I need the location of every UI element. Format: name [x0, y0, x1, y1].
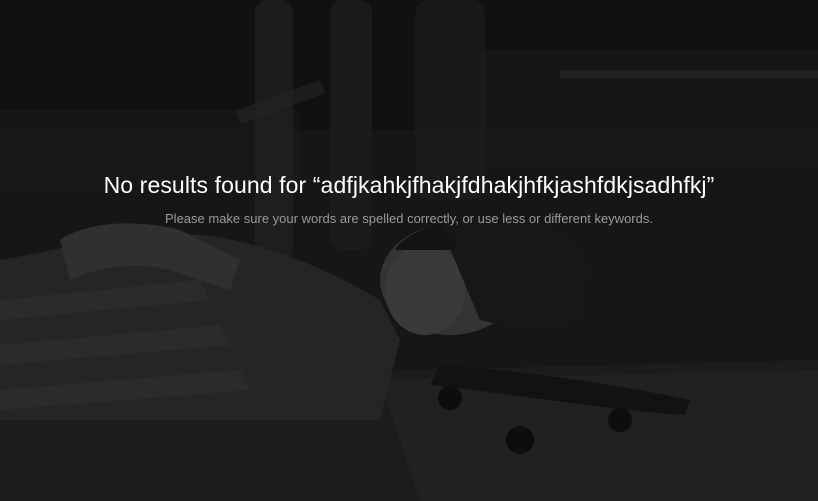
no-results-headline: No results found for “adfjkahkjfhakjfdha…: [0, 168, 818, 202]
search-query-text: “adfjkahkjfhakjfdhakjhfkjashfdkjsadhfkj”: [312, 172, 715, 198]
dark-overlay: [0, 0, 818, 501]
no-results-hero: No results found for “adfjkahkjfhakjfdha…: [0, 0, 818, 501]
no-results-help-text: Please make sure your words are spelled …: [165, 211, 653, 226]
no-results-prefix: No results found for: [103, 172, 313, 198]
no-results-message: No results found for “adfjkahkjfhakjfdha…: [0, 168, 818, 228]
